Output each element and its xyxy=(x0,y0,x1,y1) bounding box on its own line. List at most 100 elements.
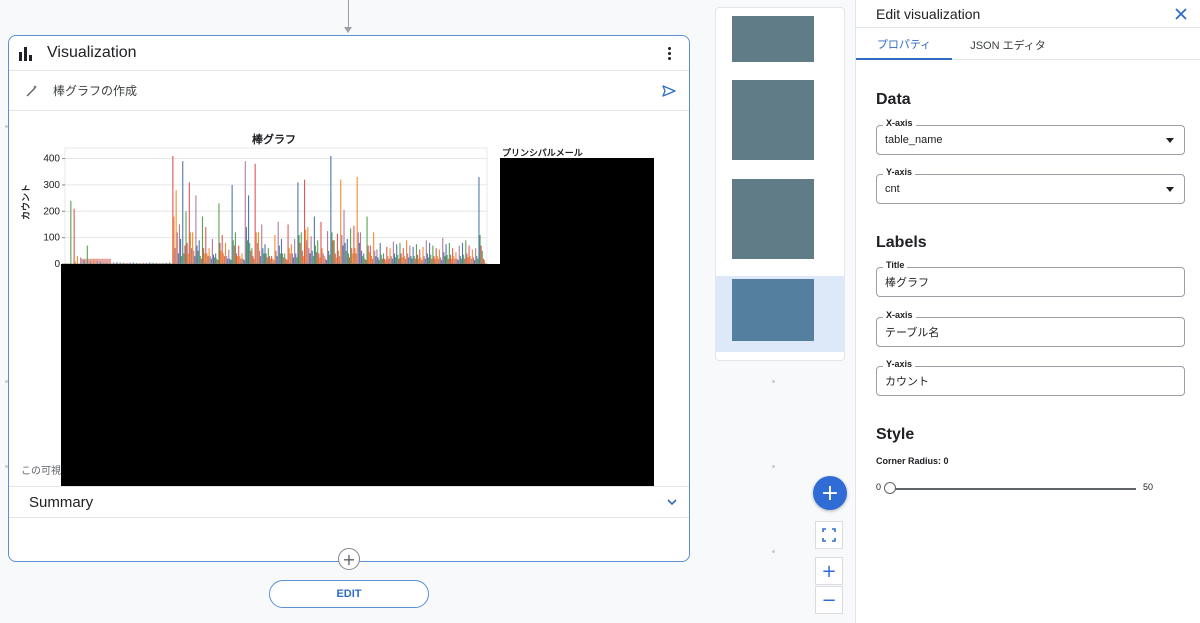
x-axis-select[interactable]: X-axis table_name xyxy=(876,118,1185,155)
chart-bar xyxy=(260,256,262,264)
canvas-dot xyxy=(772,550,775,553)
send-icon[interactable] xyxy=(661,83,677,99)
chart-bar xyxy=(248,195,250,264)
chart-bar xyxy=(239,256,241,264)
chart-bar xyxy=(320,221,322,264)
chart-bar xyxy=(341,235,343,264)
chart-bar xyxy=(80,257,82,264)
chart-bar xyxy=(203,248,205,264)
chart-bar xyxy=(282,253,284,264)
chart-bar xyxy=(279,253,281,264)
chart-bar xyxy=(238,245,240,264)
chart-bar xyxy=(86,245,88,264)
bar-chart-icon xyxy=(19,45,37,61)
chart-bar xyxy=(186,242,188,264)
corner-radius-slider-thumb[interactable] xyxy=(884,482,896,494)
title-input[interactable]: Title 棒グラフ xyxy=(876,260,1185,297)
chart-bar xyxy=(373,232,375,264)
chart-bar xyxy=(190,248,193,264)
chart-bar xyxy=(463,254,465,264)
chart-bar xyxy=(481,250,483,264)
add-step-button[interactable]: + xyxy=(338,548,360,570)
thumbnail-4[interactable] xyxy=(732,279,814,341)
chart-bar xyxy=(347,253,349,264)
chart-bar xyxy=(367,245,369,264)
chart-bar xyxy=(342,245,344,264)
chart-bar xyxy=(246,240,249,264)
add-fab-button[interactable]: + xyxy=(813,476,847,510)
chart-bar xyxy=(288,248,290,264)
chart-bar xyxy=(278,245,280,264)
chart-bar xyxy=(245,227,247,264)
chart-bar xyxy=(221,235,223,264)
y-axis-select[interactable]: Y-axis cnt xyxy=(876,167,1185,204)
title-input-label: Title xyxy=(883,260,908,270)
chart-bar xyxy=(423,256,425,264)
thumbnail-3[interactable] xyxy=(732,179,814,259)
chevron-down-icon[interactable] xyxy=(665,495,679,509)
chart-bar xyxy=(265,253,267,264)
chart-y-axis-title: カウント xyxy=(21,183,31,220)
chart-bar xyxy=(303,179,306,264)
chart-bar xyxy=(204,253,206,264)
chart-bar xyxy=(205,227,207,264)
labels-y-axis-input-value: カウント xyxy=(885,376,929,388)
close-icon[interactable] xyxy=(1174,7,1188,21)
chart-bar xyxy=(476,256,478,264)
chart-bar xyxy=(267,248,269,264)
chart-bar xyxy=(251,248,253,264)
x-axis-select-value: table_name xyxy=(885,134,943,146)
thumbnail-1[interactable] xyxy=(732,16,814,62)
labels-x-axis-input[interactable]: X-axis テーブル名 xyxy=(876,310,1185,347)
chart-bar xyxy=(361,250,363,264)
chart-bar xyxy=(235,253,238,264)
chart-bar xyxy=(302,256,304,264)
chart-bar xyxy=(363,253,365,264)
tab-json-editor[interactable]: JSON エディタ xyxy=(952,29,1064,60)
chart-bar xyxy=(305,229,307,264)
chart-bar xyxy=(219,242,221,264)
chart-bar xyxy=(397,254,399,264)
chart-bar xyxy=(237,256,239,264)
chart-bar xyxy=(420,257,422,264)
chart-bar xyxy=(427,257,430,264)
chart-bar xyxy=(337,250,340,264)
chart-bar xyxy=(268,256,270,264)
thumbnail-panel xyxy=(715,7,845,361)
fit-view-button[interactable] xyxy=(815,521,843,549)
prompt-row[interactable]: 棒グラフの作成 xyxy=(9,71,689,111)
chart-bar xyxy=(331,232,333,264)
chart-bar xyxy=(475,248,477,264)
chart-bar xyxy=(295,253,297,264)
visualization-card[interactable]: Visualization 棒グラフの作成 0 100 200 300 400 棒グラフ… xyxy=(8,35,690,562)
y-tick-label: 400 xyxy=(43,154,60,165)
chart-bar xyxy=(252,256,254,264)
summary-row[interactable]: Summary xyxy=(9,486,689,518)
chart-bar xyxy=(195,195,197,264)
chart-bar xyxy=(271,256,273,264)
chart-bar xyxy=(178,224,181,264)
chart-bar xyxy=(469,256,471,264)
chart-bar xyxy=(255,232,257,264)
zoom-in-button[interactable]: + xyxy=(815,557,843,585)
more-menu-icon[interactable] xyxy=(659,43,679,63)
thumbnail-2[interactable] xyxy=(732,80,814,160)
corner-radius-slider-track[interactable] xyxy=(890,488,1136,490)
labels-y-axis-input-label: Y-axis xyxy=(883,359,916,369)
chart-bar xyxy=(400,253,402,264)
connector-arrow-icon xyxy=(344,27,352,33)
chart-bar xyxy=(333,240,335,264)
chart-bar xyxy=(339,256,341,264)
zoom-out-button[interactable]: − xyxy=(815,586,843,614)
chart-bar xyxy=(249,242,251,264)
chart-bar xyxy=(335,257,337,264)
chart-bar xyxy=(297,182,299,264)
chart-bar xyxy=(277,221,279,264)
chart-bar xyxy=(449,254,451,264)
chart-bar xyxy=(366,216,368,264)
labels-y-axis-input[interactable]: Y-axis カウント xyxy=(876,359,1185,396)
chart-bar xyxy=(393,253,396,264)
edit-button[interactable]: EDIT xyxy=(269,580,429,608)
chart-bar xyxy=(386,246,388,264)
tab-properties[interactable]: プロパティ xyxy=(856,29,952,60)
